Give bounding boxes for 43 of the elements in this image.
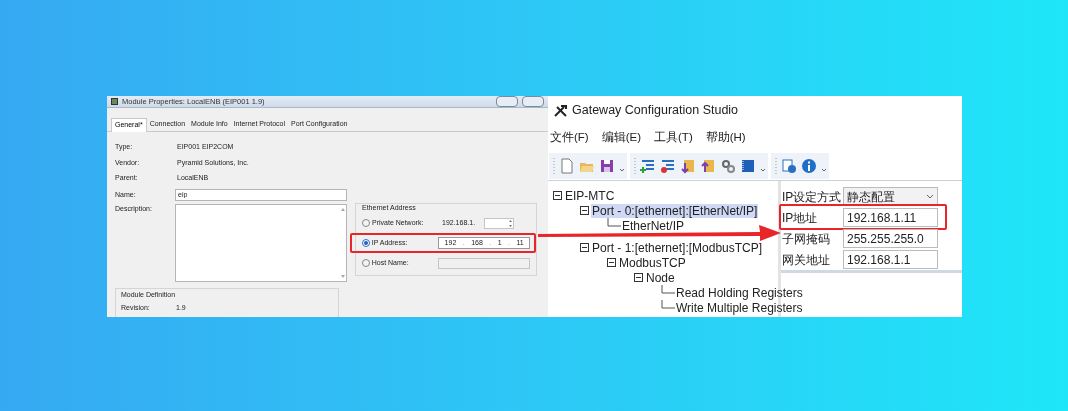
tools-icon [553, 103, 568, 118]
collapse-icon[interactable] [553, 190, 564, 201]
minimize-button[interactable] [496, 96, 518, 108]
tree-item[interactable]: EtherNet/IP [621, 218, 686, 233]
list-remove-icon[interactable] [660, 157, 676, 174]
collapse-icon[interactable] [580, 242, 591, 253]
document-down-icon[interactable] [680, 157, 696, 174]
radio-button[interactable] [362, 219, 370, 228]
maximize-button[interactable] [522, 96, 544, 108]
tree-item[interactable]: Port - 1:[ethernet]:[ModbusTCP] [591, 240, 764, 255]
property-field[interactable]: 192.168.1.11 [843, 208, 938, 227]
chevron-down-icon [926, 193, 934, 200]
tree-item[interactable]: EIP-MTC [564, 188, 616, 203]
tree-item[interactable]: Write Multiple Registers [675, 300, 804, 315]
tree-item[interactable]: Node [645, 270, 676, 285]
collapse-icon[interactable] [580, 205, 591, 216]
tree-item[interactable]: ModbusTCP [618, 255, 687, 270]
menu-item[interactable]: 编辑(E) [601, 129, 642, 147]
collapse-icon[interactable] [607, 257, 618, 268]
description-field[interactable] [175, 204, 347, 283]
menu-item[interactable]: 文件(F) [550, 129, 589, 147]
notebook-icon[interactable] [740, 157, 756, 174]
radio-button[interactable] [362, 259, 370, 268]
tree-item[interactable]: Port - 0:[ethernet]:[EtherNet/IP] [591, 203, 759, 218]
property-label: 网关地址 [781, 251, 831, 269]
tree-item[interactable]: Read Holding Registers [675, 285, 804, 300]
list-add-icon[interactable] [640, 157, 656, 174]
document-up-icon[interactable] [700, 157, 716, 174]
menu-item[interactable]: 工具(T) [654, 129, 693, 147]
radio-button[interactable] [362, 239, 370, 248]
window-icon [111, 98, 118, 106]
property-label: IP设定方式 [781, 188, 843, 206]
window-title: Gateway Configuration Studio [572, 102, 739, 120]
floppy-icon[interactable] [599, 157, 615, 174]
info-icon[interactable] [801, 157, 817, 174]
spinner-arrows-icon [508, 218, 513, 228]
property-field[interactable]: 192.168.1.1 [843, 250, 938, 269]
property-label: 子网掩码 [781, 230, 831, 248]
menu-item[interactable]: 帮助(H) [705, 129, 746, 147]
collapse-icon[interactable] [634, 272, 645, 283]
host-name-field[interactable] [438, 257, 530, 269]
property-field[interactable]: 255.255.255.0 [843, 229, 938, 248]
property-label: IP地址 [781, 209, 819, 227]
